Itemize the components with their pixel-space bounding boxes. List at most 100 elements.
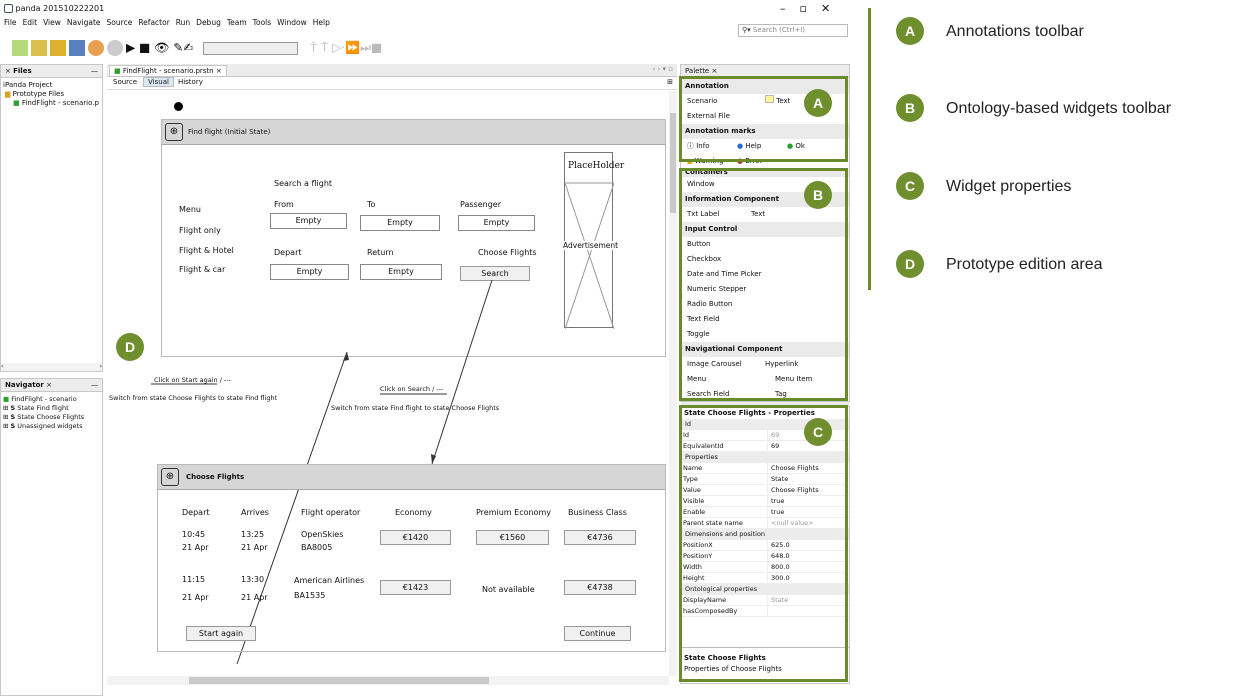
badge-c-overlay: C [804, 418, 832, 446]
legend-label-d: Prototype edition area [946, 256, 1103, 273]
start-again-button[interactable]: Start again [186, 626, 256, 641]
badge-d-overlay: D [116, 333, 144, 361]
t2-suffix: / --- [432, 385, 444, 393]
search-icon: ⚲▾ [742, 26, 751, 34]
scroll-thumb[interactable] [189, 677, 489, 684]
state-choose-flights[interactable]: ⊕ Choose Flights Depart Arrives Flight o… [157, 464, 666, 652]
open-project-icon[interactable] [50, 40, 66, 56]
menu-team[interactable]: Team [227, 18, 247, 27]
minimize-icon[interactable]: – [780, 2, 800, 15]
menu-view[interactable]: View [43, 18, 61, 27]
scroll-thumb[interactable] [670, 113, 676, 213]
files-scrollbar[interactable]: ‹ › [1, 363, 102, 371]
menu-run[interactable]: Run [176, 18, 190, 27]
row1-depart: 10:45 [182, 530, 206, 539]
legend-label-b: Ontology-based widgets toolbar [946, 100, 1172, 117]
nav-state-choose-flights[interactable]: ⊞ S State Choose Flights [3, 413, 84, 422]
new-file-icon[interactable] [12, 40, 28, 56]
debug-icon[interactable]: ⏩⏭■ [345, 41, 382, 55]
menu-tools[interactable]: Tools [253, 18, 271, 27]
t1-event-text: Click on Start again [154, 376, 218, 384]
row2-arrive: 13:30 [241, 575, 265, 584]
editor-pane: ■ FindFlight - scenario.prstn × ‹ › ▾ ▫ … [107, 64, 677, 686]
badge-b-overlay: B [804, 181, 832, 209]
undo-icon[interactable] [88, 40, 104, 56]
tree-item-project[interactable]: iPanda Project [3, 81, 99, 90]
vertical-scrollbar[interactable] [669, 91, 677, 676]
clipboard-icon[interactable]: ✍ [183, 41, 193, 55]
menu-refactor[interactable]: Refactor [138, 18, 169, 27]
zoom-icon[interactable]: ⊕ [161, 468, 179, 486]
files-tab[interactable]: Files [13, 67, 32, 75]
row1-economy-button[interactable]: €1420 [380, 530, 451, 545]
state-icon: S [10, 404, 16, 412]
row2-economy-button[interactable]: €1423 [380, 580, 451, 595]
new-project-icon[interactable] [31, 40, 47, 56]
navigator-header: Navigator × — [1, 379, 102, 392]
preview-icon[interactable]: 👁 [154, 41, 169, 55]
search-placeholder: Search (Ctrl+I) [752, 26, 805, 34]
close-icon[interactable]: × [5, 67, 11, 75]
horizontal-scrollbar[interactable] [107, 676, 669, 685]
continue-button[interactable]: Continue [564, 626, 631, 641]
tree-item-findflight[interactable]: ■ FindFlight - scenario.p [3, 99, 99, 108]
row2-business-button[interactable]: €4738 [564, 580, 636, 595]
nav-item-label: Unassigned widgets [17, 422, 83, 430]
tree-item-prototype-files[interactable]: ▆ Prototype Files [3, 90, 99, 99]
files-tree: iPanda Project ▆ Prototype Files ■ FindF… [3, 81, 99, 108]
menu-navigate[interactable]: Navigate [67, 18, 101, 27]
menu-help[interactable]: Help [313, 18, 330, 27]
search-box[interactable]: ⚲▾ Search (Ctrl+I) [738, 24, 848, 37]
pencil-icon[interactable]: ✎ [169, 41, 183, 55]
menu-source[interactable]: Source [107, 18, 133, 27]
menu-file[interactable]: File [4, 18, 17, 27]
navigator-pane: Navigator × — ■ FindFlight - scenario ⊞ S… [0, 378, 103, 696]
stop-icon[interactable]: ■ [135, 41, 154, 55]
menu-edit[interactable]: Edit [23, 18, 38, 27]
nav-item-label: State Find flight [17, 404, 69, 412]
row1-premium-button[interactable]: €1560 [476, 530, 549, 545]
legend-badge-a: A [896, 17, 924, 45]
nav-state-find-flight[interactable]: ⊞ S State Find flight [3, 404, 84, 413]
row1-business-button[interactable]: €4736 [564, 530, 636, 545]
nav-root[interactable]: ■ FindFlight - scenario [3, 395, 84, 404]
legend-label-a: Annotations toolbar [946, 23, 1084, 40]
palette-tab[interactable]: Palette [685, 67, 709, 75]
close-icon[interactable]: ✕ [821, 2, 844, 15]
close-icon[interactable]: × [711, 67, 717, 75]
state-title: Choose Flights [186, 473, 245, 481]
save-all-icon[interactable] [69, 40, 85, 56]
minimize-pane-icon[interactable]: — [91, 67, 98, 75]
minimize-pane-icon[interactable]: — [91, 381, 98, 389]
row2-operator: American Airlines [294, 576, 365, 585]
main-toolbar: ▶ ■ 👁 ✎✍ ⍑ ⍑ ▷·⏩⏭■ [12, 40, 382, 56]
menu-debug[interactable]: Debug [196, 18, 221, 27]
col-business: Business Class [568, 508, 627, 517]
maximize-icon[interactable]: ▫ [800, 2, 821, 15]
navigator-tree: ■ FindFlight - scenario ⊞ S State Find f… [3, 395, 84, 431]
t2-event-text: Click on Search [380, 385, 431, 393]
row2-depart: 11:15 [182, 575, 206, 584]
transition2-event[interactable]: Click on Search / --- [380, 385, 443, 393]
transition1-desc: Switch from state Choose Flights to stat… [109, 394, 278, 402]
row1-arrive-date: 21 Apr [241, 543, 268, 552]
config-dropdown[interactable] [203, 41, 299, 55]
file-icon: ■ [3, 395, 10, 403]
state-icon: S [10, 422, 16, 430]
run-project-icon[interactable]: ▷· [332, 41, 345, 55]
row1-operator: OpenSkies [301, 530, 344, 539]
legend-badge-b: B [896, 94, 924, 122]
redo-icon[interactable] [107, 40, 123, 56]
close-icon[interactable]: × [46, 381, 52, 389]
window-controls: –▫✕ [780, 2, 844, 15]
navigator-tab[interactable]: Navigator [5, 381, 44, 389]
run-icon[interactable]: ▶ [126, 41, 135, 55]
col-economy: Economy [395, 508, 432, 517]
menu-window[interactable]: Window [277, 18, 307, 27]
clean-build-icon[interactable]: ⍑ [317, 41, 332, 55]
row2-depart-date: 21 Apr [182, 593, 209, 602]
nav-unassigned-widgets[interactable]: ⊞ S Unassigned widgets [3, 422, 84, 431]
legend-badge-c: C [896, 172, 924, 200]
files-tab-header: × Files — [1, 65, 102, 78]
transition1-event[interactable]: Click on Start again / --- [154, 376, 231, 384]
